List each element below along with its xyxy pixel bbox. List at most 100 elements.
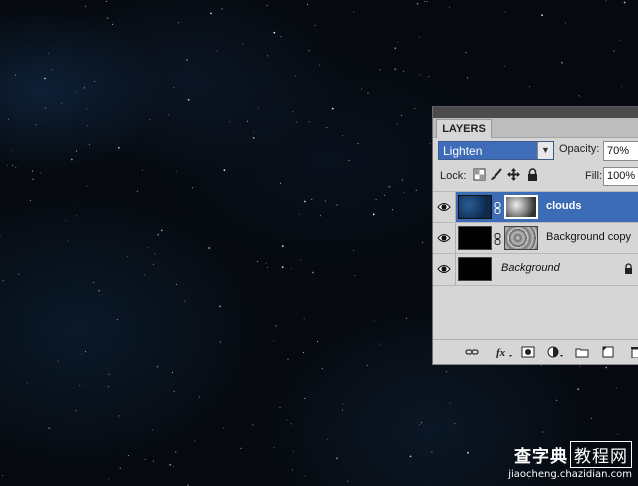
layer-thumbnail[interactable] xyxy=(458,226,492,250)
star xyxy=(467,77,468,79)
trash-icon[interactable] xyxy=(629,346,638,358)
star xyxy=(348,160,350,162)
star xyxy=(151,429,153,431)
star xyxy=(168,114,169,116)
star xyxy=(621,85,623,87)
star xyxy=(240,447,242,449)
layer-thumbnail[interactable] xyxy=(458,195,492,219)
layer-row-background-copy[interactable]: Background copy xyxy=(433,222,638,254)
layer-name[interactable]: Background xyxy=(501,262,560,274)
visibility-toggle[interactable] xyxy=(433,192,456,223)
blend-mode-value: Lighten xyxy=(443,144,483,158)
star xyxy=(331,107,334,110)
panel-title-bar[interactable] xyxy=(433,107,638,118)
watermark-boxed-text: 教程网 xyxy=(570,441,632,468)
layer-row-background[interactable]: Background xyxy=(433,253,638,286)
panel-footer-toolbar: fx xyxy=(433,339,638,364)
eye-icon[interactable] xyxy=(437,201,451,213)
fx-icon[interactable]: fx xyxy=(495,346,513,358)
star xyxy=(405,317,407,319)
star xyxy=(253,131,255,133)
link-icon[interactable] xyxy=(494,233,501,245)
star xyxy=(8,118,10,120)
star xyxy=(89,143,90,145)
svg-text:fx: fx xyxy=(496,347,506,358)
star xyxy=(397,41,399,43)
star xyxy=(173,87,175,89)
layer-thumbnail[interactable] xyxy=(458,257,492,281)
star xyxy=(379,69,381,71)
star xyxy=(106,17,109,20)
star xyxy=(32,170,33,172)
star xyxy=(541,14,543,16)
fill-input[interactable]: 100% xyxy=(603,167,638,186)
star xyxy=(187,98,190,101)
star xyxy=(15,74,17,76)
star xyxy=(373,320,375,322)
blend-mode-select[interactable]: Lighten ▼ xyxy=(438,141,554,160)
star xyxy=(419,74,421,76)
star xyxy=(87,125,89,126)
tab-layers[interactable]: LAYERS xyxy=(436,119,492,138)
star xyxy=(11,150,13,152)
star xyxy=(51,69,53,71)
star xyxy=(431,451,433,453)
opacity-input[interactable]: 70% xyxy=(603,141,638,161)
star xyxy=(617,433,619,435)
star xyxy=(419,424,420,426)
link-icon[interactable] xyxy=(494,202,501,214)
star xyxy=(48,52,50,54)
star xyxy=(15,166,17,168)
star xyxy=(257,260,259,262)
brush-icon[interactable] xyxy=(490,168,503,181)
visibility-toggle[interactable] xyxy=(433,223,456,254)
star xyxy=(173,390,175,392)
star xyxy=(247,120,249,122)
star xyxy=(605,0,607,2)
layer-mask-thumbnail[interactable] xyxy=(504,195,538,219)
star xyxy=(61,102,63,104)
layer-name[interactable]: Background copy xyxy=(546,231,631,243)
star xyxy=(222,427,224,429)
star xyxy=(445,371,447,373)
star xyxy=(619,39,621,41)
star xyxy=(108,386,109,388)
eye-icon[interactable] xyxy=(437,263,451,275)
star xyxy=(615,387,617,389)
star xyxy=(12,164,13,166)
layer-mask-thumbnail[interactable] xyxy=(504,226,538,250)
star xyxy=(279,407,281,408)
star xyxy=(415,189,417,191)
star xyxy=(111,23,113,25)
layer-name[interactable]: clouds xyxy=(546,200,581,212)
star xyxy=(153,263,154,265)
star xyxy=(86,185,88,187)
star xyxy=(119,467,121,469)
star xyxy=(219,305,222,308)
star xyxy=(542,431,544,433)
star xyxy=(242,43,243,45)
lock-all-icon[interactable] xyxy=(526,168,539,181)
star xyxy=(394,68,397,71)
add-mask-icon[interactable] xyxy=(521,346,535,358)
eye-icon[interactable] xyxy=(437,232,451,244)
star xyxy=(18,273,20,275)
star xyxy=(465,52,467,54)
star xyxy=(428,76,430,78)
star xyxy=(71,158,73,161)
star xyxy=(191,187,193,189)
star xyxy=(414,108,416,110)
chevron-down-icon[interactable]: ▼ xyxy=(537,142,553,159)
link-layers-icon[interactable] xyxy=(465,346,479,358)
adjustment-layer-icon[interactable] xyxy=(547,346,565,358)
visibility-toggle[interactable] xyxy=(433,254,456,285)
star xyxy=(280,36,282,38)
lock-transparent-pixels-icon[interactable] xyxy=(473,168,486,181)
new-layer-icon[interactable] xyxy=(601,346,615,358)
move-icon[interactable] xyxy=(507,168,520,181)
layer-row-clouds[interactable]: clouds xyxy=(433,191,638,223)
star xyxy=(173,466,174,468)
star xyxy=(353,11,355,13)
folder-icon[interactable] xyxy=(575,346,589,358)
fill-label: Fill: xyxy=(585,170,603,182)
